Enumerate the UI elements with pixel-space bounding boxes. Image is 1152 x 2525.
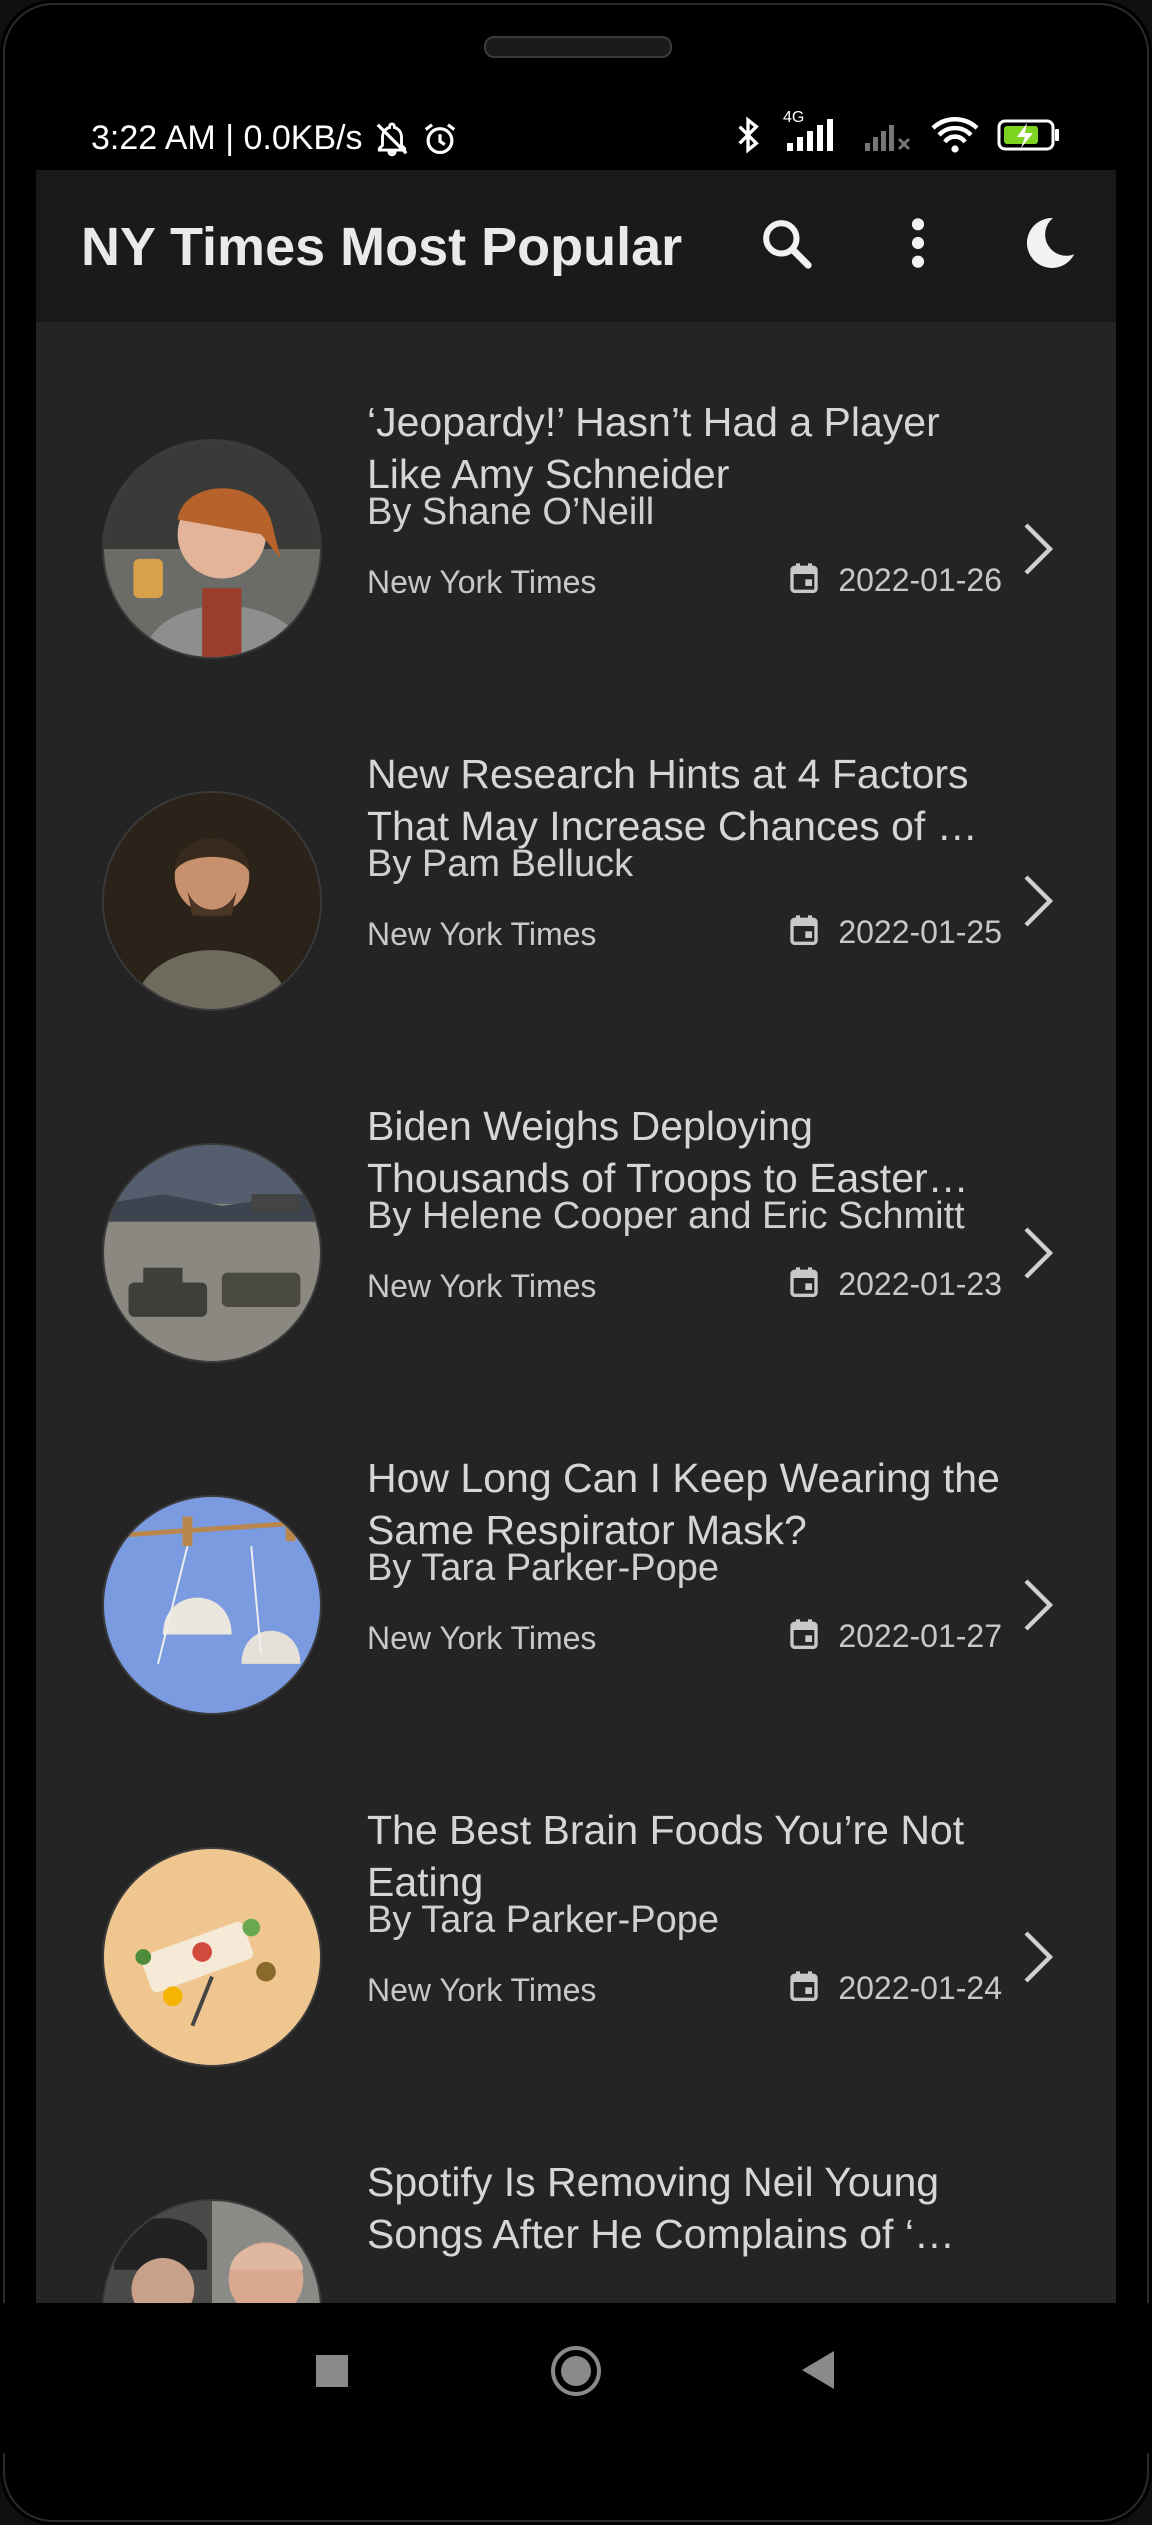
article-list-item[interactable]: The Best Brain Foods You’re Not Eating B… bbox=[36, 1789, 1116, 2141]
chevron-right-icon bbox=[1016, 519, 1056, 579]
article-byline: By Tara Parker-Pope bbox=[367, 1547, 720, 1589]
article-byline: By Helene Cooper and Eric Schmitt bbox=[367, 1195, 965, 1237]
back-triangle-icon bbox=[798, 2351, 836, 2395]
article-date: 2022-01-26 bbox=[838, 562, 1002, 598]
alarm-icon bbox=[421, 120, 459, 158]
article-date-group: 2022-01-26 bbox=[788, 561, 1002, 600]
article-source: New York Times bbox=[367, 1972, 597, 2008]
chevron-right-icon bbox=[1016, 1575, 1056, 1635]
signal-icon: 4G bbox=[781, 109, 845, 153]
bell-off-icon bbox=[373, 120, 411, 158]
more-vert-icon bbox=[908, 215, 928, 276]
article-date-group: 2022-01-25 bbox=[788, 913, 1002, 952]
article-byline: By Tara Parker-Pope bbox=[367, 1899, 720, 1941]
wifi-icon bbox=[931, 116, 979, 154]
article-title: The Best Brain Foods You’re Not Eating bbox=[367, 1807, 965, 1905]
app-title: NY Times Most Popular bbox=[81, 217, 683, 277]
home-circle-icon bbox=[550, 2346, 602, 2401]
recents-button[interactable] bbox=[314, 2353, 350, 2394]
more-options-button[interactable] bbox=[883, 210, 953, 280]
back-button[interactable] bbox=[798, 2349, 836, 2396]
article-date: 2022-01-23 bbox=[838, 1266, 1002, 1302]
earpiece-speaker bbox=[484, 36, 672, 58]
article-list-item[interactable]: Biden Weighs Deploying Thousands of Troo… bbox=[36, 1085, 1116, 1437]
signal-no-service-icon bbox=[863, 117, 913, 153]
article-title: New Research Hints at 4 Factors That May… bbox=[367, 751, 978, 849]
calendar-icon bbox=[788, 913, 820, 952]
article-thumbnail bbox=[102, 2199, 322, 2303]
article-byline: By Shane O’Neill bbox=[367, 491, 655, 533]
chevron-right-icon bbox=[1016, 871, 1056, 931]
article-source: New York Times bbox=[367, 1268, 597, 1304]
article-title: ‘Jeopardy!’ Hasn’t Had a Player Like Amy… bbox=[367, 399, 940, 497]
phone-frame: 3:22 AM | 0.0KB/s 4G NY Times Most Popul… bbox=[0, 0, 1152, 2525]
article-list-item[interactable]: Spotify Is Removing Neil Young Songs Aft… bbox=[36, 2141, 1116, 2303]
status-right: 4G bbox=[733, 109, 1061, 155]
article-thumbnail bbox=[102, 1143, 322, 1363]
article-title: Spotify Is Removing Neil Young Songs Aft… bbox=[367, 2159, 955, 2257]
status-left: 3:22 AM | 0.0KB/s bbox=[91, 119, 459, 158]
article-source: New York Times bbox=[367, 564, 597, 600]
home-button[interactable] bbox=[550, 2345, 602, 2402]
article-list-item[interactable]: ‘Jeopardy!’ Hasn’t Had a Player Like Amy… bbox=[36, 381, 1116, 733]
article-byline: By Pam Belluck bbox=[367, 843, 634, 885]
article-source: New York Times bbox=[367, 916, 597, 952]
article-date: 2022-01-25 bbox=[838, 914, 1002, 950]
article-date-group: 2022-01-23 bbox=[788, 1265, 1002, 1304]
recents-square-icon bbox=[314, 2355, 350, 2393]
system-nav-bar bbox=[0, 2303, 1152, 2453]
app-screen: NY Times Most Popular ‘Jeopardy!’ Hasn’t… bbox=[36, 170, 1116, 2303]
article-thumbnail bbox=[102, 791, 322, 1011]
article-thumbnail bbox=[102, 439, 322, 659]
article-thumbnail bbox=[102, 1495, 322, 1715]
article-date-group: 2022-01-27 bbox=[788, 1617, 1002, 1656]
article-title: How Long Can I Keep Wearing the Same Res… bbox=[367, 1455, 1000, 1553]
chevron-right-icon bbox=[1016, 1927, 1056, 1987]
article-thumbnail bbox=[102, 1847, 322, 2067]
calendar-icon bbox=[788, 1265, 820, 1304]
bluetooth-icon bbox=[733, 115, 763, 155]
article-date: 2022-01-24 bbox=[838, 1970, 1002, 2006]
article-source: New York Times bbox=[367, 1620, 597, 1656]
dark-mode-toggle[interactable] bbox=[1013, 210, 1083, 280]
calendar-icon bbox=[788, 1617, 820, 1656]
article-date: 2022-01-27 bbox=[838, 1618, 1002, 1654]
article-list-item[interactable]: New Research Hints at 4 Factors That May… bbox=[36, 733, 1116, 1085]
article-title: Biden Weighs Deploying Thousands of Troo… bbox=[367, 1103, 969, 1201]
article-list-item[interactable]: How Long Can I Keep Wearing the Same Res… bbox=[36, 1437, 1116, 1789]
article-date-group: 2022-01-24 bbox=[788, 1969, 1002, 2008]
search-button[interactable] bbox=[751, 210, 821, 280]
app-bar: NY Times Most Popular bbox=[36, 170, 1116, 322]
chevron-right-icon bbox=[1016, 1223, 1056, 1283]
status-bar: 3:22 AM | 0.0KB/s 4G bbox=[36, 105, 1116, 175]
calendar-icon bbox=[788, 561, 820, 600]
dark-mode-moon-icon bbox=[1018, 213, 1078, 278]
search-icon bbox=[758, 215, 814, 276]
calendar-icon bbox=[788, 1969, 820, 2008]
network-type-label: 4G bbox=[783, 109, 805, 126]
status-time-text: 3:22 AM | 0.0KB/s bbox=[91, 119, 363, 157]
battery-charging-icon bbox=[997, 118, 1061, 152]
